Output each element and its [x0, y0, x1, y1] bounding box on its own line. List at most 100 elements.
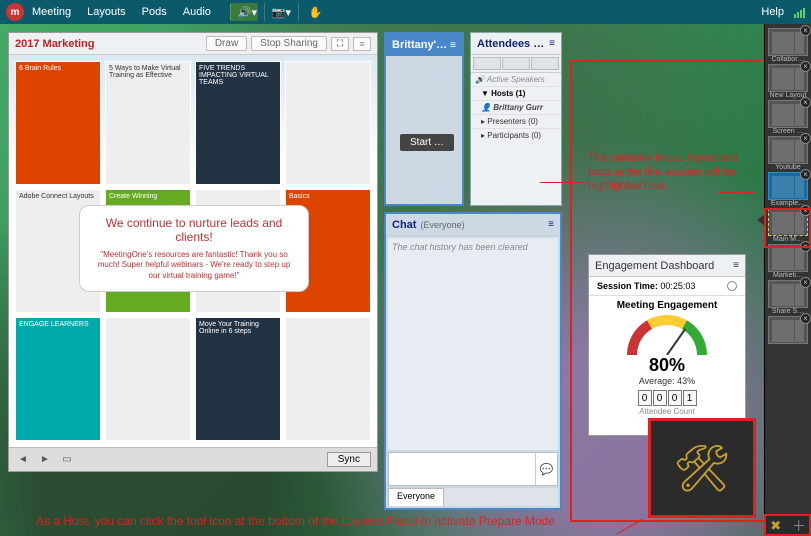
engagement-header[interactable]: Engagement Dashboard ≡ [589, 255, 745, 277]
webcam-icon[interactable]: 📷▾ [264, 3, 292, 21]
callout-quote: "MeetingOne's resources are fantastic! T… [92, 250, 296, 281]
close-icon[interactable]: × [800, 169, 811, 180]
chat-title: Chat [392, 219, 416, 231]
chat-input-row: 💬 [388, 452, 558, 486]
next-slide-icon[interactable]: ► [37, 453, 53, 467]
close-icon[interactable]: × [800, 97, 811, 108]
share-footer: ◄ ► ▭ Sync [9, 447, 377, 471]
poll-header[interactable]: Brittany'… ≡ [386, 34, 462, 56]
chat-tabs: Everyone [388, 488, 558, 506]
share-pod: 2017 Marketing Draw Stop Sharing ⛶ ≡ 6 B… [8, 32, 378, 472]
attendees-header[interactable]: Attendees … ≡ [471, 33, 561, 55]
slide-callout: We continue to nurture leads and clients… [79, 205, 309, 292]
connection-icon [794, 6, 805, 18]
layout-thumbnail[interactable]: ×Share S… [768, 280, 808, 315]
callout-heading: We continue to nurture leads and clients… [92, 216, 296, 244]
slide-tile: 6 Brain Rules [15, 61, 101, 185]
attendee-row[interactable]: 👤 Brittany Gurr [471, 100, 561, 114]
annotation-text: As a Host, you can click the tool icon a… [36, 514, 555, 528]
add-layout-icon[interactable]: ＋ [792, 516, 806, 536]
prepare-mode-icon[interactable]: ✖ [770, 518, 781, 534]
speaker-icon[interactable]: 🔊▾ [230, 3, 258, 21]
record-icon[interactable] [727, 281, 737, 291]
annotation-text: The currently in use layout and pods in … [588, 152, 750, 193]
share-pod-header[interactable]: 2017 Marketing Draw Stop Sharing ⛶ ≡ [9, 33, 377, 55]
close-icon[interactable]: × [800, 277, 811, 288]
attendee-view-icon[interactable] [531, 57, 559, 70]
panel-collapse-icon[interactable] [757, 214, 765, 226]
menu-pods[interactable]: Pods [142, 6, 167, 18]
layouts-panel: ×Collabor…×New Layout×Screen …×Youtube×E… [764, 24, 811, 536]
app-logo-icon: m [6, 3, 24, 21]
layout-thumbnail[interactable]: ×Collabor… [768, 28, 808, 63]
close-icon[interactable]: × [800, 61, 811, 72]
annotation-line [617, 519, 643, 535]
layout-thumbnail[interactable]: ×Youtube [768, 136, 808, 171]
fullscreen-icon[interactable]: ⛶ [331, 37, 349, 51]
attendees-toolbar [471, 55, 561, 73]
chat-header[interactable]: Chat (Everyone) ≡ [386, 214, 560, 236]
close-icon[interactable]: × [800, 133, 811, 144]
slide-tile [285, 317, 371, 441]
chat-tab-everyone[interactable]: Everyone [388, 488, 444, 506]
engagement-gauge [627, 315, 707, 355]
share-title: 2017 Marketing [15, 38, 94, 50]
layout-thumbnail[interactable]: × [768, 316, 808, 344]
chat-history: The chat history has been cleared [388, 238, 558, 450]
slide-tile: 5 Ways to Make Virtual Training as Effec… [105, 61, 191, 185]
attendee-count-label: Attendee Count [589, 407, 745, 416]
session-time-label: Session Time: [597, 281, 658, 291]
session-time-value: 00:25:03 [660, 281, 695, 291]
sync-button[interactable]: Sync [327, 452, 371, 467]
active-speakers-label: 🔊 Active Speakers [471, 73, 561, 86]
close-icon[interactable]: × [800, 241, 811, 252]
pod-options-icon[interactable]: ≡ [450, 40, 456, 51]
engagement-title: Engagement Dashboard [595, 260, 714, 272]
layout-thumbnail[interactable]: ×Screen … [768, 100, 808, 135]
presenters-group[interactable]: ▸ Presenters (0) [471, 114, 561, 128]
slide-tile [105, 317, 191, 441]
menu-audio[interactable]: Audio [183, 6, 211, 18]
start-poll-button[interactable]: Start … [400, 134, 454, 151]
close-icon[interactable]: × [800, 313, 811, 324]
layout-thumbnail[interactable]: ×Marketi… [768, 244, 808, 279]
engagement-heading: Meeting Engagement [589, 296, 745, 315]
raise-hand-icon[interactable]: ✋ [298, 3, 326, 21]
stop-sharing-button[interactable]: Stop Sharing [251, 36, 327, 51]
prev-slide-icon[interactable]: ◄ [15, 453, 31, 467]
session-time-row: Session Time: 00:25:03 [589, 277, 745, 296]
hosts-group[interactable]: ▼ Hosts (1) [471, 86, 561, 100]
layout-thumbnail[interactable]: ×Main M… [768, 208, 808, 243]
layout-thumbnail[interactable]: ×Example… [768, 172, 808, 207]
close-icon[interactable]: × [800, 205, 811, 216]
pod-options-icon[interactable]: ≡ [548, 219, 554, 230]
menu-meeting[interactable]: Meeting [32, 6, 71, 18]
poll-pod: Brittany'… ≡ Start … [384, 32, 464, 206]
menu-help[interactable]: Help [761, 6, 784, 18]
close-icon[interactable]: × [800, 25, 811, 36]
share-content: 6 Brain Rules 5 Ways to Make Virtual Tra… [9, 55, 377, 447]
pod-options-icon[interactable]: ≡ [733, 260, 739, 271]
slide-list-icon[interactable]: ▭ [59, 453, 75, 467]
pod-options-icon[interactable]: ≡ [353, 37, 371, 51]
engagement-pod: Engagement Dashboard ≡ Session Time: 00:… [588, 254, 746, 436]
pod-options-icon[interactable]: ≡ [549, 38, 555, 49]
attendee-view-icon[interactable] [502, 57, 530, 70]
menu-layouts[interactable]: Layouts [87, 6, 126, 18]
gauge-needle-icon [666, 328, 686, 355]
annotation-line [718, 192, 756, 193]
slide-tile: Move Your Training Online in 6 steps [195, 317, 281, 441]
attendees-pod: Attendees … ≡ 🔊 Active Speakers ▼ Hosts … [470, 32, 562, 206]
participants-group[interactable]: ▸ Participants (0) [471, 128, 561, 142]
draw-button[interactable]: Draw [206, 36, 247, 51]
chat-input[interactable] [389, 453, 535, 485]
engagement-average: Average: 43% [589, 376, 745, 386]
layout-thumbnail[interactable]: ×New Layout [768, 64, 808, 99]
slide-tile: ENGAGE LEARNERS [15, 317, 101, 441]
poll-title: Brittany'… [392, 39, 447, 51]
attendee-view-icon[interactable] [473, 57, 501, 70]
chat-send-icon[interactable]: 💬 [535, 453, 557, 485]
slide-tile [285, 61, 371, 185]
engagement-percent: 80% [589, 355, 745, 376]
menubar: m Meeting Layouts Pods Audio 🔊▾ 📷▾ ✋ Hel… [0, 0, 811, 24]
